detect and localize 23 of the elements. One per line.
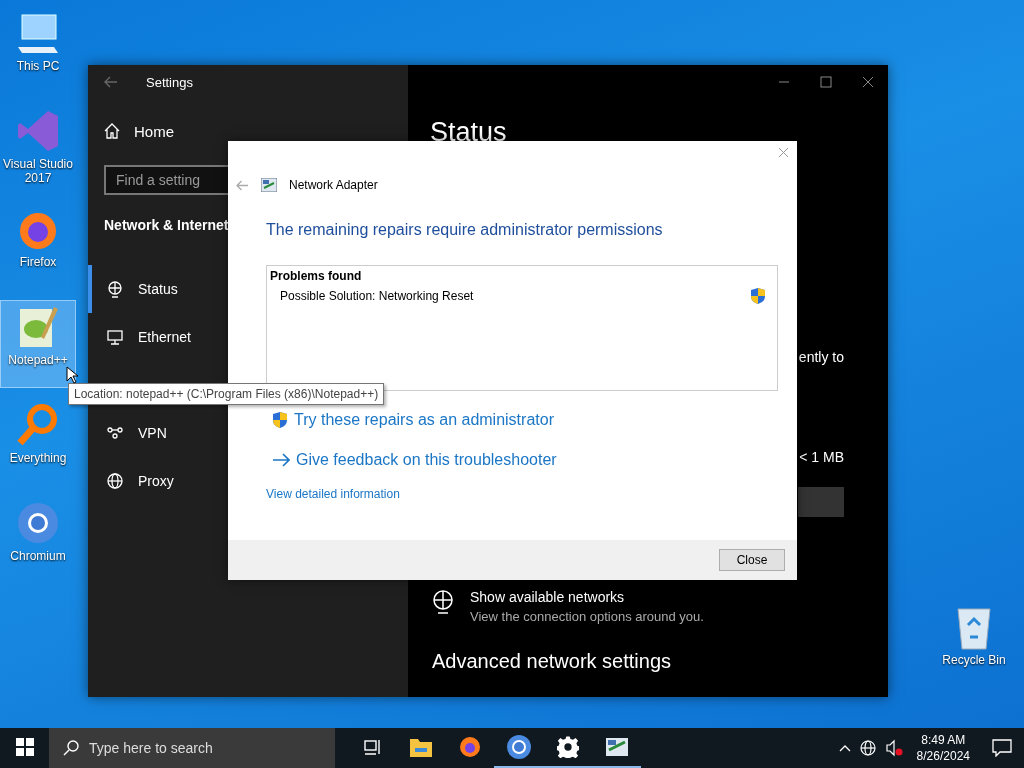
panel-heading: Problems found xyxy=(270,269,363,283)
icon-label: Notepad++ xyxy=(8,353,68,367)
nav-label: Ethernet xyxy=(138,329,191,345)
icon-label: Everything xyxy=(9,451,67,465)
tooltip: Location: notepad++ (C:\Program Files (x86)\Notepad++) xyxy=(68,383,385,405)
icon-label: Recycle Bin xyxy=(942,653,1006,667)
problem-text: Possible Solution: Networking Reset xyxy=(280,289,474,303)
window-title: Settings xyxy=(146,74,193,90)
data-usage-text: < 1 MB xyxy=(799,449,844,465)
page-heading: Status xyxy=(430,117,508,149)
icon-label: Firefox xyxy=(19,255,57,269)
nav-label: VPN xyxy=(138,425,167,441)
nav-label: Status xyxy=(138,281,178,297)
home-label: Home xyxy=(134,122,174,140)
option-description: View the connection options around you. xyxy=(470,609,704,624)
section-heading: Advanced network settings xyxy=(432,650,673,673)
icon-label: This PC xyxy=(16,59,60,73)
dialog-heading: The remaining repairs require administrator permissions xyxy=(266,221,664,239)
nav-label: Proxy xyxy=(138,473,174,489)
icon-label: Visual Studio 2017 xyxy=(2,157,74,185)
section-title: Network & Internet xyxy=(104,217,229,233)
status-text: ently to xyxy=(798,349,844,365)
icon-label: Chromium xyxy=(10,549,66,563)
